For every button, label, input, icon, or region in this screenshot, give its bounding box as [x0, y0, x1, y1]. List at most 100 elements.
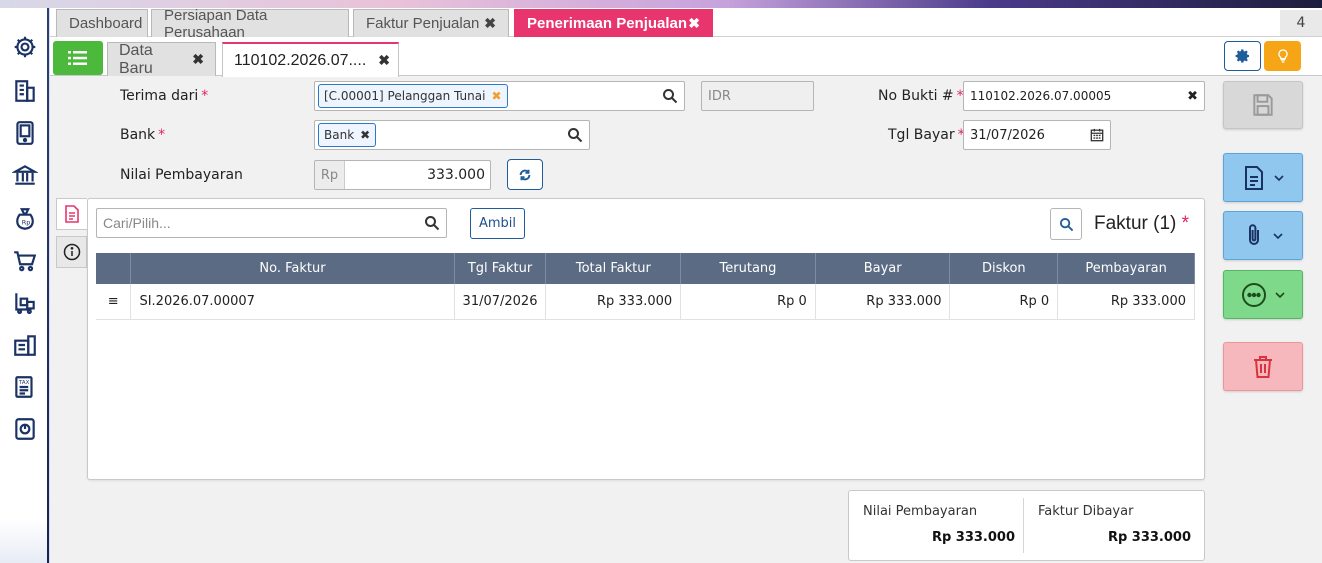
attachment-menu-button[interactable] [1223, 211, 1303, 260]
tax-icon[interactable]: TAX [10, 372, 40, 402]
chevron-down-icon [1275, 291, 1285, 298]
close-icon[interactable]: ✖ [484, 15, 496, 32]
terima-dari-label: Terima dari * [120, 88, 209, 104]
tips-button[interactable] [1264, 41, 1301, 71]
cell-no-faktur[interactable]: SI.2026.07.00007 [130, 284, 455, 320]
drag-handle-icon[interactable]: ≡ [96, 284, 132, 320]
remove-chip-icon[interactable]: ✖ [360, 128, 370, 142]
bank-icon[interactable] [10, 160, 40, 190]
paperclip-icon [1249, 223, 1259, 245]
column-header[interactable]: Diskon [949, 253, 1059, 284]
search-icon[interactable] [567, 127, 583, 143]
cart-icon[interactable] [10, 246, 40, 276]
column-header[interactable]: Tgl Faktur [454, 253, 547, 284]
bank-label: Bank * [120, 127, 166, 143]
tab-penerimaan-penjualan[interactable]: Penerimaan Penjualan ✖ [514, 9, 713, 37]
cell-diskon: Rp 0 [949, 284, 1059, 320]
bank-field[interactable]: Bank ✖ [314, 120, 590, 150]
tab-label: 110102.2026.07.... [234, 51, 367, 69]
money-bag-icon[interactable]: Rp [10, 204, 40, 234]
tab-faktur-penjualan[interactable]: Faktur Penjualan ✖ [353, 9, 509, 37]
tab-count-dropdown[interactable]: 4 [1280, 10, 1322, 36]
bank-chip: Bank ✖ [318, 123, 377, 147]
tab-label: Persiapan Data Perusahaan [164, 6, 268, 41]
cell-bayar: Rp 333.000 [815, 284, 951, 320]
settings-icon[interactable] [10, 32, 40, 62]
no-bukti-value: 110102.2026.07.00005 [970, 89, 1112, 103]
terima-dari-field[interactable]: [C.00001] Pelanggan Tunai ✖ [314, 81, 685, 111]
calendar-icon[interactable] [1090, 128, 1104, 142]
summary-label: Nilai Pembayaran [863, 504, 978, 519]
column-header[interactable]: Total Faktur [545, 253, 682, 284]
gear-icon [1235, 49, 1249, 63]
clear-icon[interactable]: ✖ [1187, 89, 1198, 104]
lightbulb-icon [1277, 49, 1288, 63]
currency-field: IDR [701, 81, 814, 111]
column-header[interactable]: Pembayaran [1057, 253, 1195, 284]
sidebar: Rp TAX [0, 8, 50, 563]
tab-info[interactable] [56, 236, 87, 268]
column-header[interactable]: Bayar [815, 253, 951, 284]
ellipsis-icon [1242, 282, 1266, 307]
purchase-icon[interactable] [10, 288, 40, 318]
faktur-title: Faktur (1) * [1094, 213, 1190, 234]
close-icon[interactable]: ✖ [688, 15, 700, 32]
close-icon[interactable]: ✖ [378, 52, 390, 69]
more-actions-button[interactable] [1223, 270, 1303, 319]
column-header-handle [96, 253, 132, 284]
nilai-pembayaran-field[interactable]: Rp 333.000 [314, 160, 491, 190]
search-placeholder: Cari/Pilih... [103, 215, 171, 231]
sidebar-edge [47, 8, 49, 563]
tab-label: Penerimaan Penjualan [527, 15, 688, 32]
faktur-search-input[interactable]: Cari/Pilih... [96, 208, 447, 238]
table-row[interactable]: ≡ SI.2026.07.00007 31/07/2026 Rp 333.000… [96, 284, 1195, 320]
customer-chip: [C.00001] Pelanggan Tunai ✖ [318, 84, 508, 108]
bank-chip-label: Bank [324, 128, 355, 142]
summary-value: Rp 333.000 [931, 530, 1015, 545]
cell-terutang: Rp 0 [680, 284, 816, 320]
column-header[interactable]: Terutang [680, 253, 816, 284]
column-header[interactable]: No. Faktur [130, 253, 455, 284]
info-icon [63, 243, 80, 261]
document-tab-bar: Data Baru ✖ 110102.2026.07.... ✖ [50, 37, 1322, 77]
close-icon[interactable]: ✖ [192, 51, 204, 68]
search-icon[interactable] [424, 215, 440, 231]
building-icon[interactable] [10, 76, 40, 106]
table-header-row: No. Faktur Tgl Faktur Total Faktur Terut… [96, 253, 1195, 284]
report-icon[interactable] [10, 414, 40, 444]
tab-data-baru[interactable]: Data Baru ✖ [107, 42, 216, 77]
tab-dashboard[interactable]: Dashboard [56, 9, 148, 37]
trash-icon [1254, 355, 1272, 378]
customer-chip-label: [C.00001] Pelanggan Tunai [324, 89, 486, 103]
remove-chip-icon[interactable]: ✖ [491, 89, 501, 103]
cell-pembayaran: Rp 333.000 [1057, 284, 1195, 320]
delete-button[interactable] [1223, 342, 1303, 391]
search-icon[interactable] [662, 88, 678, 104]
tab-current-document[interactable]: 110102.2026.07.... ✖ [222, 42, 399, 77]
payment-summary: Nilai Pembayaran Rp 333.000 Faktur Dibay… [848, 490, 1205, 561]
no-bukti-field[interactable]: 110102.2026.07.00005 ✖ [963, 81, 1205, 111]
currency-prefix: Rp [315, 161, 345, 189]
ambil-button[interactable]: Ambil [470, 208, 525, 239]
refresh-icon [519, 169, 531, 180]
panel-search-button[interactable] [1050, 208, 1082, 240]
tab-label: Dashboard [69, 15, 143, 32]
tab-persiapan-data[interactable]: Persiapan Data Perusahaan [151, 7, 349, 41]
warehouse-icon[interactable] [10, 330, 40, 360]
faktur-table: No. Faktur Tgl Faktur Total Faktur Terut… [96, 253, 1195, 320]
save-button[interactable] [1223, 81, 1303, 129]
document-icon [65, 205, 79, 223]
tgl-bayar-value: 31/07/2026 [970, 127, 1045, 143]
menu-list-button[interactable] [53, 41, 103, 75]
tab-faktur-list[interactable] [56, 198, 87, 230]
tgl-bayar-field[interactable]: 31/07/2026 [963, 120, 1111, 150]
document-icon [1245, 165, 1263, 190]
ambil-label: Ambil [478, 216, 517, 231]
document-menu-button[interactable] [1223, 153, 1303, 202]
settings-button[interactable] [1224, 41, 1261, 71]
recalculate-button[interactable] [507, 159, 543, 190]
tab-count: 4 [1296, 15, 1306, 31]
summary-nilai-pembayaran: Nilai Pembayaran Rp 333.000 [849, 491, 1023, 560]
cell-tgl-faktur: 31/07/2026 [454, 284, 547, 320]
device-icon[interactable] [10, 118, 40, 148]
